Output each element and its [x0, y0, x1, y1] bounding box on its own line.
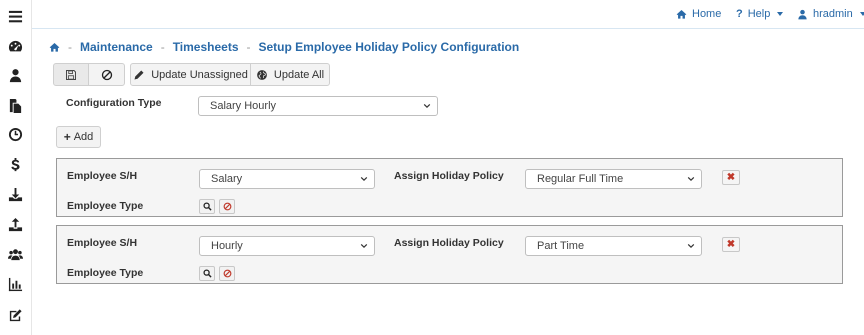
breadcrumb-maintenance[interactable]: Maintenance — [80, 40, 153, 54]
employee-sh-select[interactable]: Hourly — [199, 236, 375, 256]
update-all-label: Update All — [273, 68, 325, 81]
user-menu[interactable]: hradmin — [797, 8, 864, 20]
update-unassigned-button[interactable]: Update Unassigned — [130, 63, 251, 86]
bar-chart-icon[interactable] — [6, 275, 24, 293]
breadcrumb-timesheets[interactable]: Timesheets — [173, 40, 239, 54]
home-icon — [676, 9, 687, 19]
close-icon: ✖ — [726, 239, 736, 250]
user-menu-label: hradmin — [813, 8, 853, 20]
breadcrumb-separator: - — [246, 40, 251, 54]
search-icon — [202, 202, 212, 211]
employee-type-search-button[interactable] — [199, 266, 215, 281]
home-link[interactable]: Home — [676, 8, 721, 20]
employee-sh-select[interactable]: Salary — [199, 169, 375, 189]
home-link-label: Home — [692, 8, 722, 20]
menu-icon[interactable] — [6, 7, 24, 25]
update-all-button[interactable]: Update All — [250, 63, 330, 86]
employee-type-search-button[interactable] — [199, 199, 215, 214]
holiday-policy-select[interactable]: Regular Full Time — [525, 169, 702, 189]
plus-icon: + — [63, 130, 71, 144]
question-icon: ? — [736, 8, 743, 20]
add-button[interactable]: + Add — [56, 126, 101, 148]
update-unassigned-label: Update Unassigned — [151, 68, 248, 81]
ban-icon — [223, 202, 231, 211]
download-icon[interactable] — [6, 185, 24, 203]
ban-icon — [223, 269, 231, 278]
employee-sh-label: Employee S/H — [67, 170, 138, 182]
configuration-type-select[interactable]: Salary Hourly — [198, 96, 438, 116]
help-menu[interactable]: ? Help — [736, 8, 784, 20]
configuration-type-label: Configuration Type — [66, 97, 162, 109]
dashboard-icon[interactable] — [6, 37, 24, 55]
user-icon — [798, 9, 807, 19]
search-icon — [202, 269, 212, 278]
employee-sh-value: Salary — [211, 173, 243, 185]
users-icon[interactable] — [6, 245, 24, 263]
chevron-down-icon — [687, 243, 695, 249]
breadcrumb-current-page: Setup Employee Holiday Policy Configurat… — [258, 40, 520, 54]
clock-icon[interactable] — [6, 125, 24, 143]
assign-holiday-policy-label: Assign Holiday Policy — [394, 170, 504, 182]
help-menu-label: Help — [747, 8, 771, 20]
employee-type-label: Employee Type — [67, 200, 144, 212]
policy-row: Employee S/H Salary Assign Holiday Polic… — [56, 158, 843, 217]
user-icon[interactable] — [6, 66, 24, 84]
home-icon — [49, 42, 60, 52]
breadcrumb-separator: - — [160, 40, 165, 54]
edit-icon[interactable] — [6, 306, 24, 324]
save-button[interactable] — [53, 63, 89, 86]
configuration-type-value: Salary Hourly — [210, 100, 277, 112]
breadcrumb: - Maintenance - Timesheets - Setup Emplo… — [49, 39, 519, 55]
ban-icon — [101, 69, 112, 80]
delete-row-button[interactable]: ✖ — [722, 170, 740, 185]
pencil-icon — [134, 70, 144, 79]
employee-type-clear-button[interactable] — [219, 199, 235, 214]
chevron-down-icon — [360, 176, 368, 182]
assign-holiday-policy-label: Assign Holiday Policy — [394, 237, 504, 249]
breadcrumb-separator: - — [68, 40, 72, 54]
delete-row-button[interactable]: ✖ — [722, 237, 740, 252]
sidebar — [0, 0, 32, 335]
holiday-policy-value: Part Time — [537, 240, 585, 252]
cancel-button[interactable] — [88, 63, 125, 86]
chevron-down-icon — [360, 243, 368, 249]
breadcrumb-home[interactable] — [49, 42, 60, 53]
chevron-down-icon — [777, 12, 784, 16]
top-navbar: Home ? Help hradmin — [32, 0, 864, 29]
globe-icon — [257, 69, 267, 80]
close-icon: ✖ — [726, 172, 736, 183]
dollar-icon[interactable] — [6, 155, 24, 173]
employee-type-clear-button[interactable] — [219, 266, 235, 281]
chevron-down-icon — [687, 176, 695, 182]
employee-type-label: Employee Type — [67, 267, 144, 279]
holiday-policy-select[interactable]: Part Time — [525, 236, 702, 256]
documents-icon[interactable] — [6, 96, 24, 114]
upload-icon[interactable] — [6, 215, 24, 233]
add-button-label: Add — [73, 131, 94, 143]
policy-row: Employee S/H Hourly Assign Holiday Polic… — [56, 225, 843, 284]
holiday-policy-value: Regular Full Time — [537, 173, 624, 185]
chevron-down-icon — [423, 103, 431, 109]
employee-sh-label: Employee S/H — [67, 237, 138, 249]
employee-sh-value: Hourly — [211, 240, 243, 252]
floppy-disk-icon — [66, 69, 76, 80]
chevron-down-icon — [859, 12, 864, 16]
